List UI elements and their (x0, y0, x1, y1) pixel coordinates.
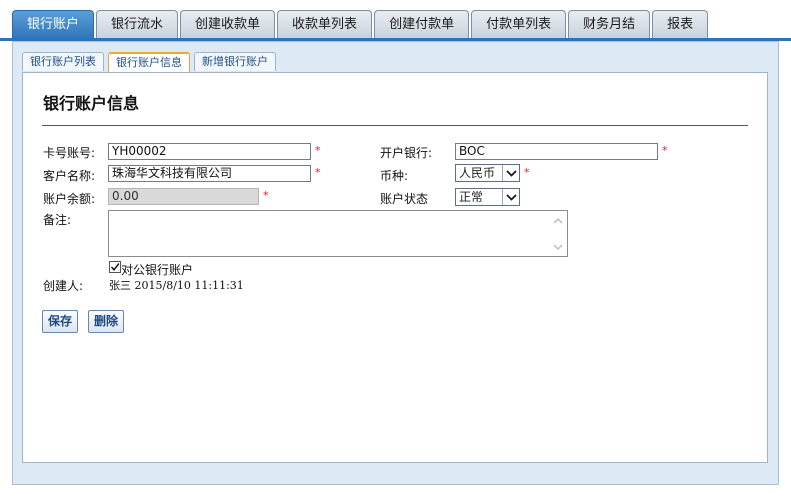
scroll-up-icon[interactable] (550, 212, 566, 228)
title-divider (42, 125, 748, 126)
card-no-label: 卡号账号: (43, 146, 96, 160)
customer-name-required-mark: * (315, 166, 321, 179)
creator-label: 创建人: (43, 279, 84, 293)
card-no-required-mark: * (315, 144, 321, 157)
sub-tab-bar: 银行账户列表 银行账户信息 新增银行账户 (22, 52, 280, 73)
balance-label: 账户余额: (43, 192, 96, 206)
check-icon (110, 263, 120, 271)
status-label: 账户状态 (380, 192, 429, 206)
subtab-account-info[interactable]: 银行账户信息 (108, 52, 190, 73)
delete-button[interactable]: 删除 (88, 310, 125, 333)
remark-textarea[interactable] (108, 210, 568, 257)
bank-field[interactable]: BOC (455, 143, 658, 160)
currency-label: 币种: (380, 169, 409, 183)
subtab-add-account[interactable]: 新增银行账户 (194, 52, 276, 71)
balance-required-mark: * (263, 189, 269, 202)
remark-label: 备注: (43, 213, 72, 227)
tab-create-payment[interactable]: 创建付款单 (374, 10, 470, 38)
tab-receipt-list[interactable]: 收款单列表 (277, 10, 373, 38)
customer-name-label: 客户名称: (43, 169, 96, 183)
corporate-account-label: 对公银行账户 (121, 263, 194, 277)
tab-bank-flow[interactable]: 银行流水 (96, 10, 179, 38)
chevron-down-icon[interactable] (502, 165, 519, 181)
card-no-field[interactable]: YH00002 (108, 143, 311, 160)
tab-reports[interactable]: 报表 (652, 10, 709, 38)
page-title: 银行账户信息 (43, 94, 140, 113)
creator-value: 张三 2015/8/10 11:11:31 (109, 279, 244, 292)
bank-label: 开户银行: (380, 146, 433, 160)
currency-select[interactable]: 人民币 (455, 164, 520, 182)
bank-required-mark: * (662, 144, 668, 157)
corporate-account-checkbox[interactable] (109, 261, 121, 273)
tab-bank-account[interactable]: 银行账户 (12, 10, 95, 40)
tab-month-close[interactable]: 财务月结 (568, 10, 651, 38)
tab-payment-list[interactable]: 付款单列表 (471, 10, 567, 38)
currency-select-value: 人民币 (459, 166, 496, 180)
scroll-down-icon[interactable] (550, 239, 566, 255)
save-button[interactable]: 保存 (42, 310, 79, 333)
currency-required-mark: * (524, 166, 530, 179)
chevron-down-icon[interactable] (502, 189, 519, 205)
subtab-account-list[interactable]: 银行账户列表 (22, 52, 104, 71)
status-select[interactable]: 正常 (455, 188, 520, 206)
customer-name-field[interactable]: 珠海华文科技有限公司 (108, 165, 311, 182)
status-select-value: 正常 (459, 190, 484, 204)
remark-scrollbar[interactable] (550, 212, 566, 255)
balance-field: 0.00 (108, 188, 259, 205)
tab-create-receipt[interactable]: 创建收款单 (180, 10, 276, 38)
top-tab-bar: 银行账户 银行流水 创建收款单 收款单列表 创建付款单 付款单列表 财务月结 报… (12, 10, 710, 40)
